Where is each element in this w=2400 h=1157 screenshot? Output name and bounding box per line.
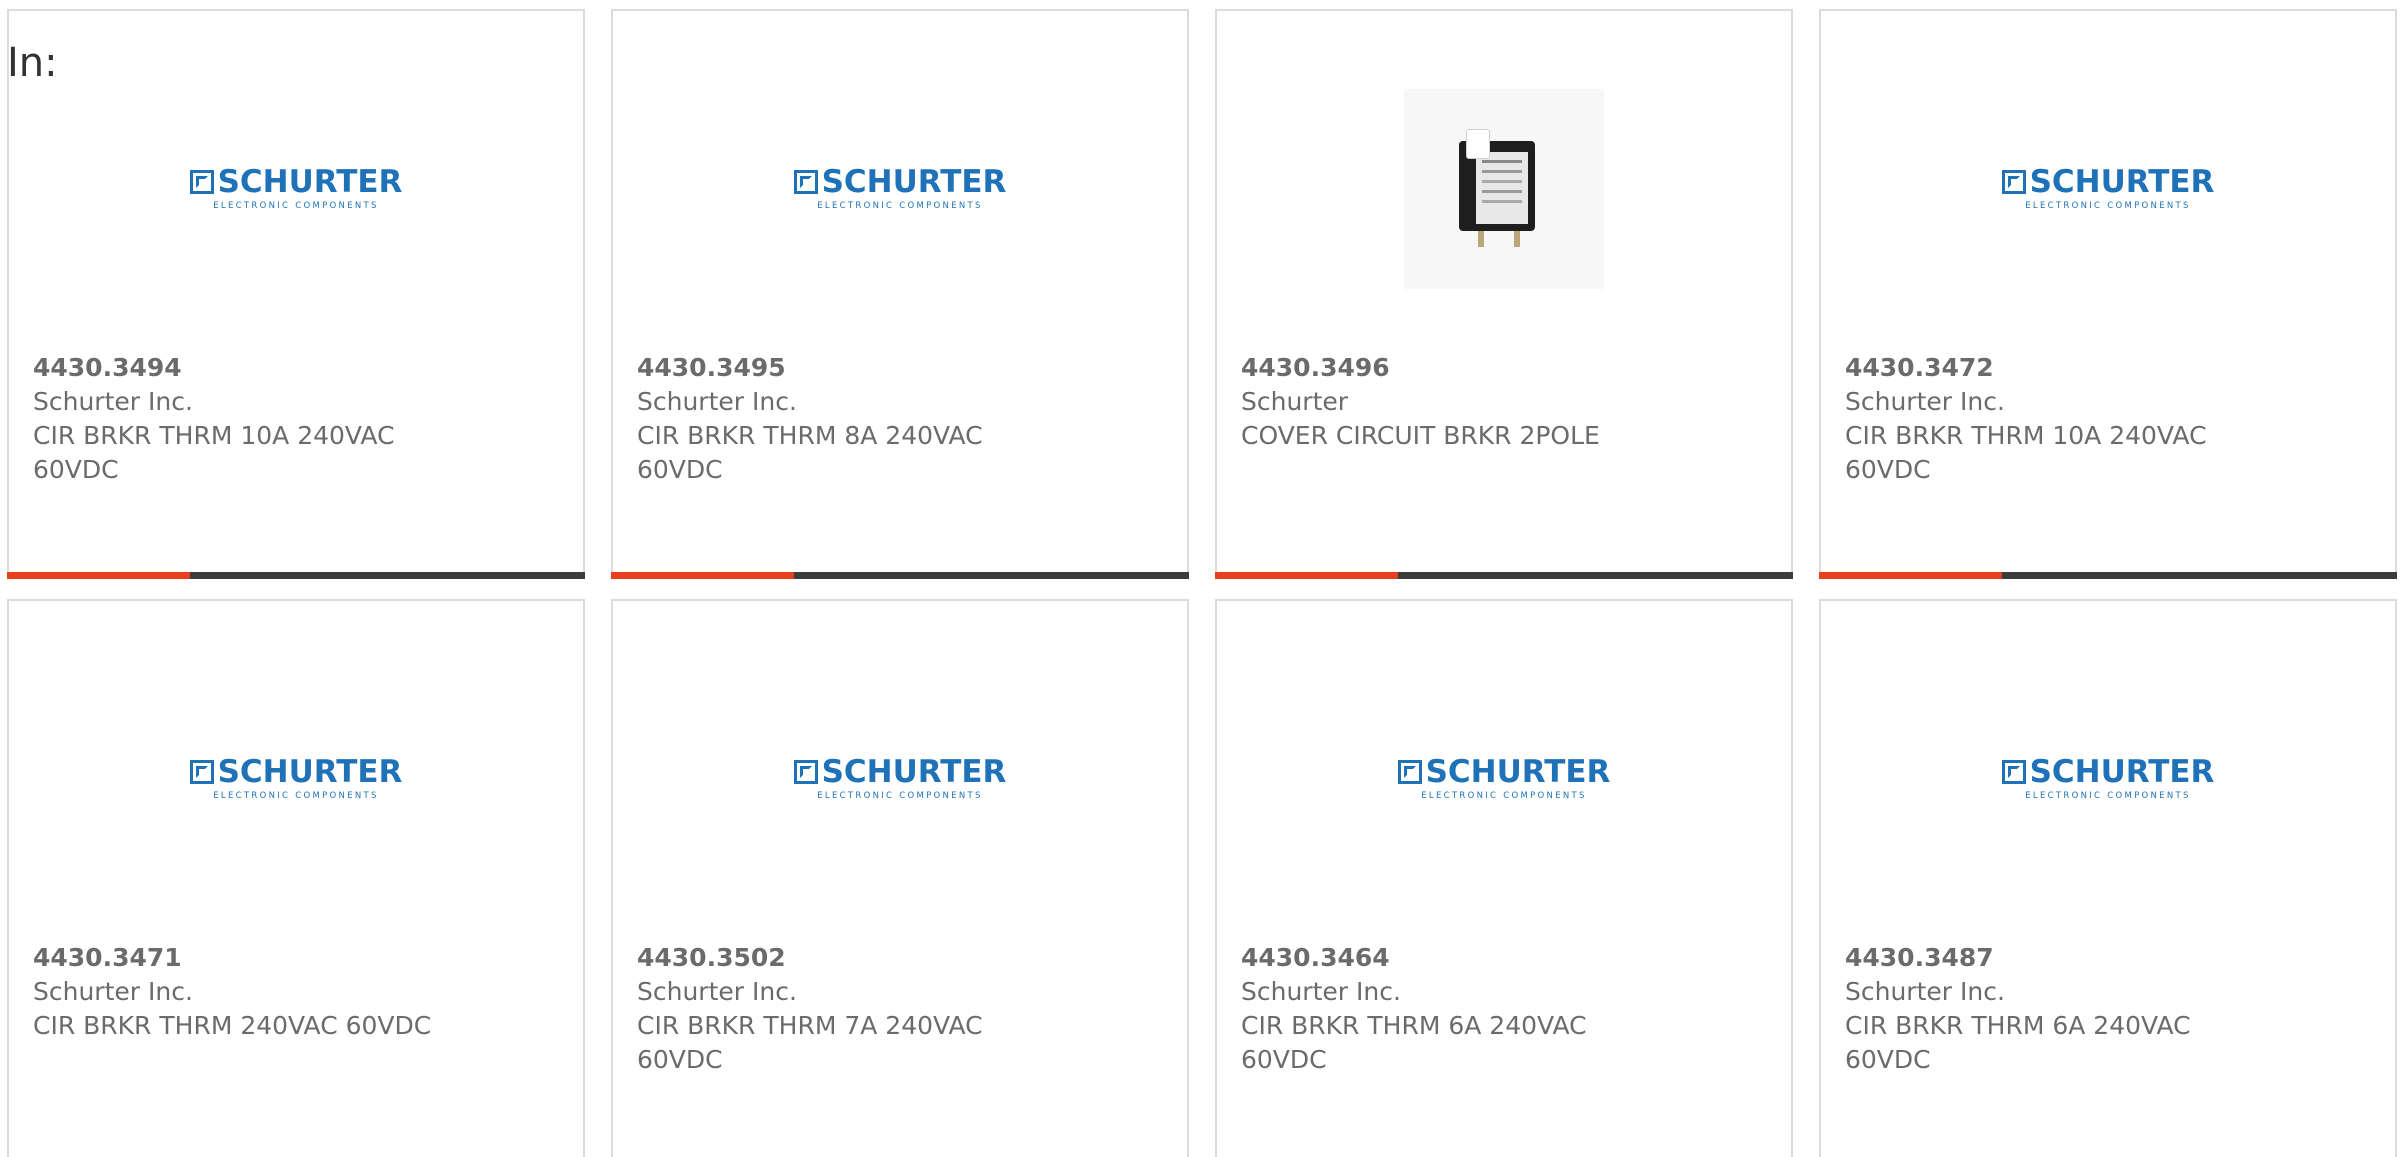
product-image[interactable]: SCHURTER ELECTRONIC COMPONENTS [9,679,583,879]
schurter-mark-icon [793,170,818,194]
manufacturer: Schurter Inc. [33,977,193,1006]
product-card[interactable]: SCHURTER ELECTRONIC COMPONENTS 4430.3495… [611,9,1189,579]
card-bottom-bar [1215,572,1793,579]
schurter-logo: SCHURTER ELECTRONIC COMPONENTS [793,167,1006,211]
schurter-logo: SCHURTER ELECTRONIC COMPONENTS [189,757,402,801]
manufacturer: Schurter [1241,387,1349,416]
schurter-logo: SCHURTER ELECTRONIC COMPONENTS [2001,757,2214,801]
part-number[interactable]: 4430.3472 [1845,351,2371,385]
product-description: CIR BRKR THRM 7A 240VAC 60VDC [637,1011,983,1074]
product-image[interactable]: SCHURTER ELECTRONIC COMPONENTS [613,89,1187,289]
product-image[interactable]: SCHURTER ELECTRONIC COMPONENTS [1821,679,2395,879]
part-number[interactable]: 4430.3471 [33,941,559,975]
product-description: COVER CIRCUIT BRKR 2POLE [1241,421,1600,450]
product-image[interactable]: SCHURTER ELECTRONIC COMPONENTS [9,89,583,289]
product-card[interactable]: SCHURTER ELECTRONIC COMPONENTS 4430.3487… [1819,599,2397,1157]
product-image[interactable]: SCHURTER ELECTRONIC COMPONENTS [1217,679,1791,879]
product-grid: SCHURTER ELECTRONIC COMPONENTS 4430.3494… [7,9,2400,1157]
card-accent-bar [1819,572,2002,579]
product-card[interactable]: SCHURTER ELECTRONIC COMPONENTS 4430.3472… [1819,9,2397,579]
schurter-mark-icon [189,760,214,784]
product-image[interactable]: SCHURTER ELECTRONIC COMPONENTS [613,679,1187,879]
product-description: CIR BRKR THRM 240VAC 60VDC [33,1011,432,1040]
breaker-photo [1404,89,1604,289]
product-card[interactable]: SCHURTER ELECTRONIC COMPONENTS 4430.3494… [7,9,585,579]
schurter-mark-icon [189,170,214,194]
part-number[interactable]: 4430.3487 [1845,941,2371,975]
schurter-mark-icon [793,760,818,784]
product-card[interactable]: SCHURTER ELECTRONIC COMPONENTS 4430.3464… [1215,599,1793,1157]
part-number[interactable]: 4430.3502 [637,941,1163,975]
manufacturer: Schurter Inc. [637,977,797,1006]
product-description: CIR BRKR THRM 8A 240VAC 60VDC [637,421,983,484]
card-accent-bar [611,572,794,579]
product-image[interactable] [1217,89,1791,289]
part-number[interactable]: 4430.3494 [33,351,559,385]
product-image[interactable]: SCHURTER ELECTRONIC COMPONENTS [1821,89,2395,289]
product-card[interactable]: 4430.3496 Schurter COVER CIRCUIT BRKR 2P… [1215,9,1793,579]
schurter-logo: SCHURTER ELECTRONIC COMPONENTS [1397,757,1610,801]
product-description: CIR BRKR THRM 10A 240VAC 60VDC [33,421,395,484]
filter-label: In: [7,40,58,86]
product-card[interactable]: SCHURTER ELECTRONIC COMPONENTS 4430.3502… [611,599,1189,1157]
part-number[interactable]: 4430.3495 [637,351,1163,385]
schurter-mark-icon [2001,170,2026,194]
card-bottom-bar [7,572,585,579]
manufacturer: Schurter Inc. [33,387,193,416]
product-description: CIR BRKR THRM 10A 240VAC 60VDC [1845,421,2207,484]
manufacturer: Schurter Inc. [1845,387,2005,416]
schurter-mark-icon [2001,760,2026,784]
manufacturer: Schurter Inc. [1845,977,2005,1006]
schurter-logo: SCHURTER ELECTRONIC COMPONENTS [2001,167,2214,211]
card-bottom-bar [611,572,1189,579]
product-card[interactable]: SCHURTER ELECTRONIC COMPONENTS 4430.3471… [7,599,585,1157]
card-accent-bar [7,572,190,579]
schurter-logo: SCHURTER ELECTRONIC COMPONENTS [189,167,402,211]
product-description: CIR BRKR THRM 6A 240VAC 60VDC [1845,1011,2191,1074]
card-accent-bar [1215,572,1398,579]
manufacturer: Schurter Inc. [637,387,797,416]
schurter-logo: SCHURTER ELECTRONIC COMPONENTS [793,757,1006,801]
product-description: CIR BRKR THRM 6A 240VAC 60VDC [1241,1011,1587,1074]
part-number[interactable]: 4430.3496 [1241,351,1767,385]
schurter-mark-icon [1397,760,1422,784]
manufacturer: Schurter Inc. [1241,977,1401,1006]
part-number[interactable]: 4430.3464 [1241,941,1767,975]
card-bottom-bar [1819,572,2397,579]
